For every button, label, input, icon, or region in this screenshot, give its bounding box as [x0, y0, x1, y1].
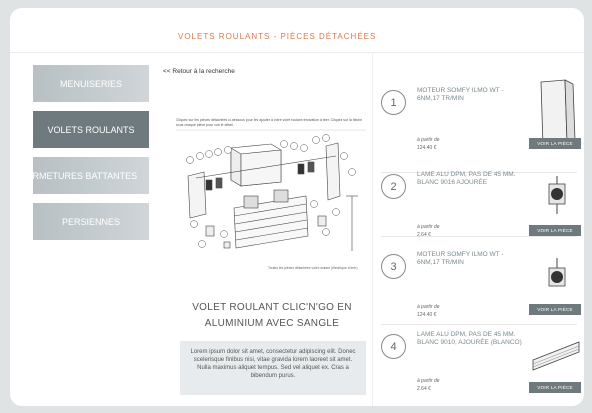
part-card: 4 LAME ALU DPM, PAS DE 45 MM. BLANC 9010… — [381, 331, 581, 404]
product-title: VOLET ROULANT CLIC'N'GO EN ALUMINIUM AVE… — [192, 302, 352, 329]
price-label: à partir de — [417, 304, 440, 310]
motor-icon[interactable] — [535, 256, 579, 300]
part-number: 2 — [381, 174, 406, 199]
sidebar-item-fermetures-battantes[interactable]: FERMETURES BATTANTES — [33, 157, 149, 194]
sidebar: MENUISERIES VOLETS ROULANTS FERMETURES B… — [33, 65, 149, 249]
sidebar-item-label: PERSIENNES — [61, 216, 121, 227]
sidebar-item-label: FERMETURES BATTANTES — [33, 170, 138, 181]
price-label: à partir de — [417, 137, 440, 143]
part-card: 2 LAME ALU DPM, PAS DE 45 MM. BLANC 9016… — [381, 171, 581, 238]
product-description: Lorem ipsum dolor sit amet, consectetur … — [190, 349, 356, 379]
part-name[interactable]: LAME ALU DPM, PAS DE 45 MM. BLANC 9016 A… — [417, 171, 525, 187]
part-name[interactable]: LAME ALU DPM, PAS DE 45 MM. BLANC 9010, … — [417, 331, 525, 347]
part-number: 4 — [381, 334, 406, 359]
diagram-caption: Toutes les pièces détachées volet roulan… — [268, 266, 358, 270]
sidebar-item-volets-roulants[interactable]: VOLETS ROULANTS — [33, 111, 149, 148]
part-number: 3 — [381, 254, 406, 279]
part-price: 124.40 € — [417, 312, 437, 318]
sidebar-item-menuiseries[interactable]: MENUISERIES — [33, 65, 149, 102]
part-name[interactable]: MOTEUR SOMFY ILMO WT - 6NM,17 TR/MIN — [417, 87, 525, 103]
slat-icon[interactable] — [531, 336, 581, 372]
page-title: VOLETS ROULANTS - PIÈCES DÉTACHÉES — [178, 32, 377, 41]
part-price: 124.40 € — [417, 145, 437, 151]
header: VOLETS ROULANTS - PIÈCES DÉTACHÉES — [10, 8, 584, 53]
part-card: 3 MOTEUR SOMFY ILMO WT - 6NM,17 TR/MIN à… — [381, 251, 581, 325]
sidebar-item-persiennes[interactable]: PERSIENNES — [33, 203, 149, 240]
view-part-button[interactable]: VOIR LA PIÈCE — [529, 138, 581, 149]
part-price: 2.64 € — [417, 232, 431, 238]
price-label: à partir de — [417, 378, 440, 384]
price-label: à partir de — [417, 224, 440, 230]
view-part-button[interactable]: VOIR LA PIÈCE — [529, 304, 581, 315]
product-description-box: Lorem ipsum dolor sit amet, consectetur … — [180, 341, 366, 395]
page: VOLETS ROULANTS - PIÈCES DÉTACHÉES MENUI… — [10, 8, 584, 406]
sidebar-item-label: MENUISERIES — [59, 78, 122, 89]
parts-list: 1 MOTEUR SOMFY ILMO WT - 6NM,17 TR/MIN à… — [372, 52, 584, 406]
view-part-button[interactable]: VOIR LA PIÈCE — [529, 382, 581, 393]
sidebar-item-label: VOLETS ROULANTS — [47, 124, 135, 135]
part-name[interactable]: MOTEUR SOMFY ILMO WT - 6NM,17 TR/MIN — [417, 251, 525, 267]
view-part-button[interactable]: VOIR LA PIÈCE — [529, 225, 581, 236]
back-link[interactable]: << Retour à la recherche — [163, 68, 235, 75]
exploded-diagram[interactable] — [176, 116, 366, 271]
part-card: 1 MOTEUR SOMFY ILMO WT - 6NM,17 TR/MIN à… — [381, 79, 581, 173]
part-price: 2.64 € — [417, 386, 431, 392]
part-number: 1 — [381, 90, 406, 115]
motor-icon[interactable] — [535, 174, 579, 218]
